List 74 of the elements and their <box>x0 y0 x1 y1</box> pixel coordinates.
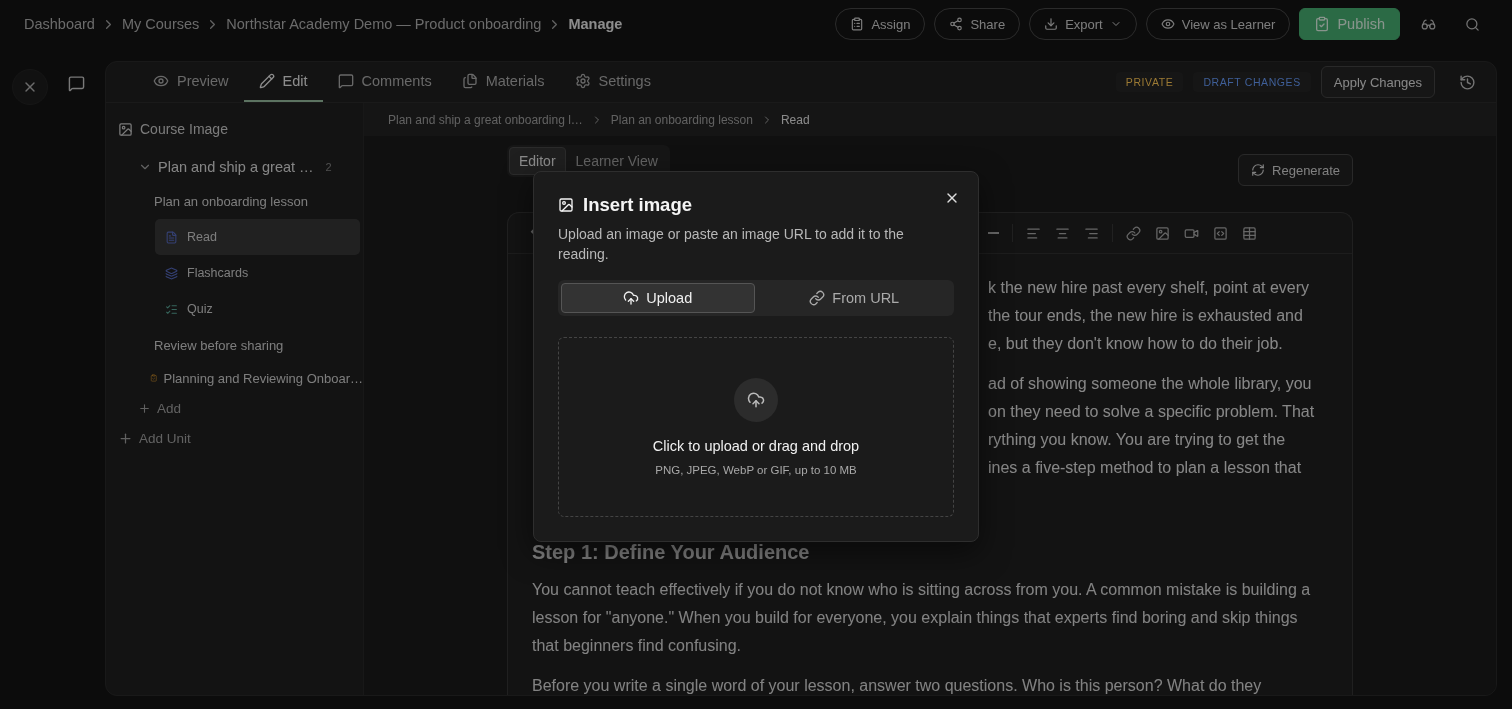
image-icon <box>1155 225 1170 241</box>
plus-icon <box>138 401 151 415</box>
search-icon <box>1465 16 1480 32</box>
download-icon <box>1044 17 1059 31</box>
view-tab[interactable]: Editor <box>509 147 566 175</box>
files-icon <box>461 73 478 89</box>
apply-changes-button[interactable]: Apply Changes <box>1320 66 1435 98</box>
share-icon <box>949 17 964 31</box>
eye-icon <box>1160 17 1175 31</box>
comment-icon <box>337 73 354 89</box>
paragraph-line: rything you know. You are trying to get the <box>988 430 1287 450</box>
paragraph: You cannot teach effectively if you do not know who is sitting across from you. A common mistake is building a lesson for "anyone." When you build for everyone, you explain things that experts find boring and skip things that beginners find confusing. <box>532 580 1312 656</box>
paragraph-line: k the new hire past every shelf, point at every <box>988 278 1311 298</box>
clipboard-check-icon <box>150 371 158 385</box>
align-center-icon <box>1055 225 1070 241</box>
link-icon <box>809 290 826 306</box>
source-tab[interactable]: Upload <box>561 283 755 313</box>
image-icon <box>118 121 133 137</box>
paragraph-line: e, but they don't know how to do their job. <box>988 334 1284 354</box>
settings-icon <box>574 73 591 89</box>
breadcrumb-link[interactable]: Read <box>780 112 810 127</box>
layers-icon <box>165 266 178 280</box>
table-icon <box>1242 225 1257 241</box>
add-unit-button[interactable]: Add Unit <box>118 427 363 449</box>
regenerate-button[interactable]: Regenerate <box>1238 154 1353 186</box>
image-icon <box>558 197 574 213</box>
align-right-icon <box>1084 225 1099 241</box>
lesson-activity-item[interactable]: Read <box>155 219 360 255</box>
checklist-icon <box>165 302 178 316</box>
eye-icon <box>153 73 169 89</box>
pencil-icon <box>258 73 275 89</box>
lesson-activity-item[interactable]: Quiz <box>155 291 360 327</box>
dialog-description: Upload an image or paste an image URL to add it to the reading. <box>558 225 905 264</box>
paragraph-line: ad of showing someone the whole library, you <box>988 374 1313 394</box>
document-icon <box>165 230 178 244</box>
dialog-title: Insert image <box>583 194 692 216</box>
breadcrumb-link[interactable]: Plan an onboarding lesson <box>610 112 753 127</box>
breadcrumb-link[interactable]: Manage <box>568 16 623 32</box>
breadcrumb-link[interactable]: Dashboard <box>24 16 95 32</box>
lesson-item[interactable]: Review before sharing <box>118 327 363 363</box>
lesson-activity-item[interactable]: Flashcards <box>155 255 360 291</box>
chat-icon <box>68 75 85 92</box>
code-icon <box>1213 225 1228 241</box>
view-tab[interactable]: Learner View <box>565 147 668 175</box>
paragraph-line: on they need to solve a specific problem. That <box>988 402 1316 422</box>
paragraph-line: ines a five-step method to plan a lesson that <box>988 458 1303 478</box>
align-left-icon <box>1026 225 1041 241</box>
breadcrumb-link[interactable]: Plan and ship a great onboarding l… <box>388 112 583 127</box>
tab[interactable]: Materials <box>446 62 560 102</box>
tab[interactable]: Edit <box>243 62 323 102</box>
tab[interactable]: Settings <box>559 62 666 102</box>
plus-icon <box>118 430 133 446</box>
cloud-upload-icon <box>747 391 765 409</box>
cloud-upload-icon <box>623 290 640 306</box>
breadcrumb-link[interactable]: Northstar Academy Demo — Product onboarding <box>226 16 542 32</box>
clipboard-check-icon <box>1314 16 1331 32</box>
history-icon <box>1459 73 1476 91</box>
link-icon <box>1126 225 1141 241</box>
paragraph-line: the tour ends, the new hire is exhausted and <box>988 306 1304 326</box>
unit-item[interactable]: Plan and ship a great … 2 <box>118 155 363 179</box>
breadcrumb-link[interactable]: My Courses <box>121 16 200 32</box>
refresh-icon <box>1251 163 1266 177</box>
course-image-label[interactable]: Course Image <box>140 121 228 137</box>
minus-icon <box>988 232 999 234</box>
source-tab[interactable]: From URL <box>757 283 951 313</box>
paragraph: Before you write a single word of your lesson, answer two questions. Who is this person? What do they <box>532 676 1263 695</box>
tab[interactable]: Comments <box>322 62 447 102</box>
section-heading: Step 1: Define Your Audience <box>532 540 811 565</box>
upload-dropzone[interactable]: Click to upload or drag and drop PNG, JPEG, WebP or GIF, up to 10 MB <box>558 337 954 517</box>
clipboard-icon <box>850 17 865 31</box>
assessment-item[interactable]: Planning and Reviewing Onboar… <box>118 363 363 393</box>
tab[interactable]: Preview <box>138 62 244 102</box>
lesson-item[interactable]: Plan an onboarding lesson <box>118 183 363 219</box>
add-button[interactable]: Add <box>118 397 363 419</box>
